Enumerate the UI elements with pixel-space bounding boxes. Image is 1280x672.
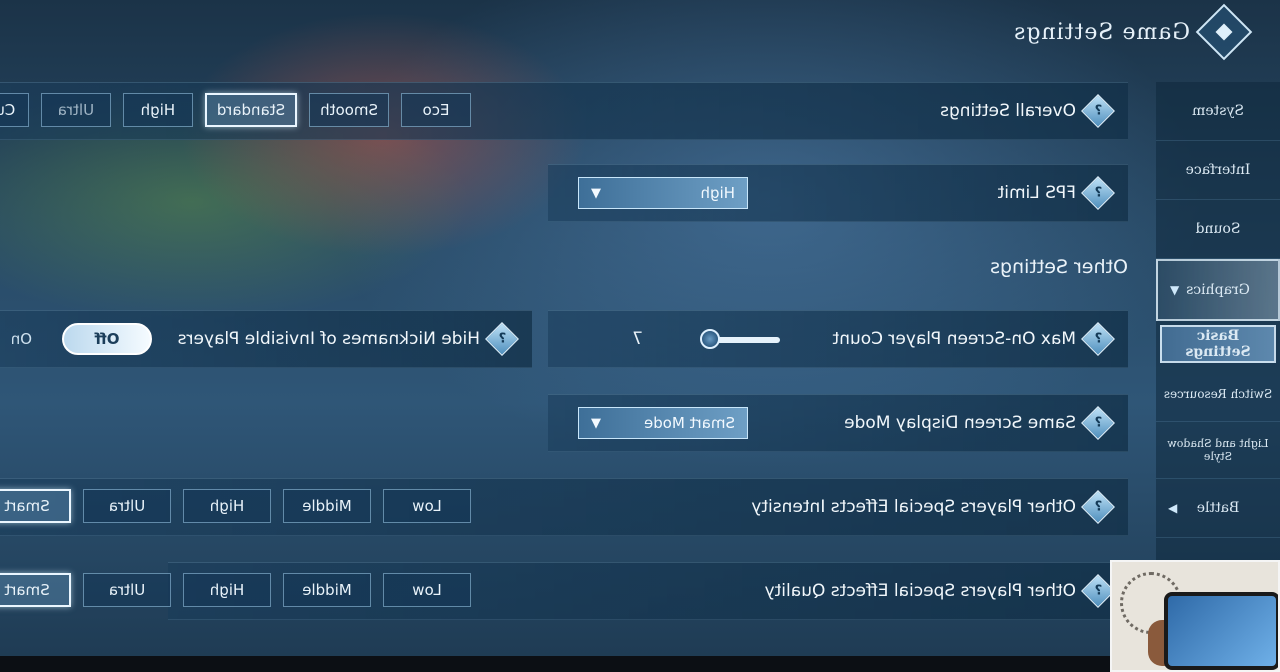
fps-limit-dropdown[interactable]: High ▼ (578, 177, 748, 209)
option-high[interactable]: High (183, 573, 271, 607)
effects-quality-row: ? Other Players Special Effects Quality … (0, 562, 1128, 620)
option-custom[interactable]: Custo (0, 93, 29, 127)
option-ultra[interactable]: Ultra (40, 93, 111, 127)
help-icon[interactable]: ? (1081, 322, 1115, 356)
dropdown-value: Smart Mode (643, 414, 735, 432)
chevron-down-icon: ▼ (1170, 283, 1180, 297)
player-count-value: 7 (632, 329, 643, 349)
same-screen-dropdown[interactable]: Smart Mode ▼ (578, 407, 748, 439)
option-high[interactable]: High (183, 489, 271, 523)
sidebar-item-label: Battle (1196, 500, 1240, 516)
phone-image (1164, 592, 1278, 670)
triangle-down-icon: ▼ (591, 415, 601, 431)
other-settings-title: Other Settings (990, 256, 1128, 278)
hide-nicknames-label: ? Hide Nicknames of Invisible Players (178, 311, 519, 367)
max-player-count-label: ? Max On-Screen Player Count (833, 311, 1115, 367)
player-count-slider-track[interactable] (710, 337, 780, 343)
sidebar-item-graphics[interactable]: Graphics ▼ (1156, 259, 1280, 321)
player-count-slider-thumb[interactable] (700, 329, 720, 349)
effects-intensity-row: ? Other Players Special Effects Intensit… (0, 478, 1128, 536)
fps-limit-row: ? FPS Limit High ▼ (548, 164, 1128, 222)
option-middle[interactable]: Middle (283, 573, 371, 607)
chevron-right-icon: ▶ (1168, 501, 1178, 515)
bottom-letterbox (0, 656, 1280, 672)
overall-options: Eco Smooth Standard High Ultra Custo (0, 93, 471, 127)
overall-settings-row: ? Overall Settings Eco Smooth Standard H… (0, 82, 1128, 140)
help-icon[interactable]: ? (1081, 406, 1115, 440)
same-screen-display-row: ? Same Screen Display Mode Smart Mode ▼ (548, 394, 1128, 452)
camera-overlay (1110, 560, 1280, 672)
sidebar-item-label: Graphics (1186, 282, 1250, 298)
effects-intensity-options: Low Middle High Ultra Smart (0, 489, 471, 523)
diamond-logo-icon (1195, 3, 1253, 61)
game-settings-screen: Game Settings System Interface Sound Gra… (0, 0, 1280, 672)
sidebar-item-switch-resources[interactable]: Switch Resources (1156, 367, 1280, 422)
overall-settings-label: ? Overall Settings (940, 83, 1115, 139)
fps-limit-label: ? FPS Limit (998, 165, 1115, 221)
dropdown-value: High (700, 184, 735, 202)
option-ultra[interactable]: Ultra (83, 573, 171, 607)
same-screen-display-label: ? Same Screen Display Mode (844, 395, 1115, 451)
option-smart[interactable]: Smart (0, 489, 71, 523)
option-middle[interactable]: Middle (283, 489, 371, 523)
option-smart[interactable]: Smart (0, 573, 71, 607)
option-ultra[interactable]: Ultra (83, 489, 171, 523)
option-standard[interactable]: Standard (204, 93, 298, 127)
hide-nicknames-toggle-on[interactable]: On (11, 311, 32, 367)
help-icon[interactable]: ? (1081, 94, 1115, 128)
help-icon[interactable]: ? (485, 322, 519, 356)
help-icon[interactable]: ? (1081, 490, 1115, 524)
option-smooth[interactable]: Smooth (309, 93, 389, 127)
option-high[interactable]: High (122, 93, 193, 127)
sidebar-item-sound[interactable]: Sound (1156, 200, 1280, 259)
max-player-count-row: ? Max On-Screen Player Count 7 (548, 310, 1128, 368)
option-eco[interactable]: Eco (401, 93, 471, 127)
option-low[interactable]: Low (383, 489, 471, 523)
hide-nicknames-row: ? Hide Nicknames of Invisible Players Of… (0, 310, 532, 368)
sidebar: System Interface Sound Graphics ▼ Basic … (1156, 82, 1280, 622)
hide-nicknames-toggle-off[interactable]: Off (62, 323, 152, 355)
sidebar-item-light-shadow[interactable]: Light and Shadow Style (1156, 422, 1280, 479)
effects-intensity-label: ? Other Players Special Effects Intensit… (751, 479, 1115, 535)
header: Game Settings (1013, 3, 1253, 61)
sidebar-item-interface[interactable]: Interface (1156, 141, 1280, 200)
help-icon[interactable]: ? (1081, 176, 1115, 210)
effects-quality-options: Low Middle High Ultra Smart (0, 573, 471, 607)
sidebar-item-battle[interactable]: Battle ▶ (1156, 479, 1280, 538)
sidebar-item-basic-settings[interactable]: Basic Settings (1160, 325, 1276, 363)
triangle-down-icon: ▼ (591, 185, 601, 201)
effects-quality-label: ? Other Players Special Effects Quality (765, 563, 1115, 619)
page-title: Game Settings (1013, 19, 1190, 45)
option-low[interactable]: Low (383, 573, 471, 607)
sidebar-item-system[interactable]: System (1156, 82, 1280, 141)
